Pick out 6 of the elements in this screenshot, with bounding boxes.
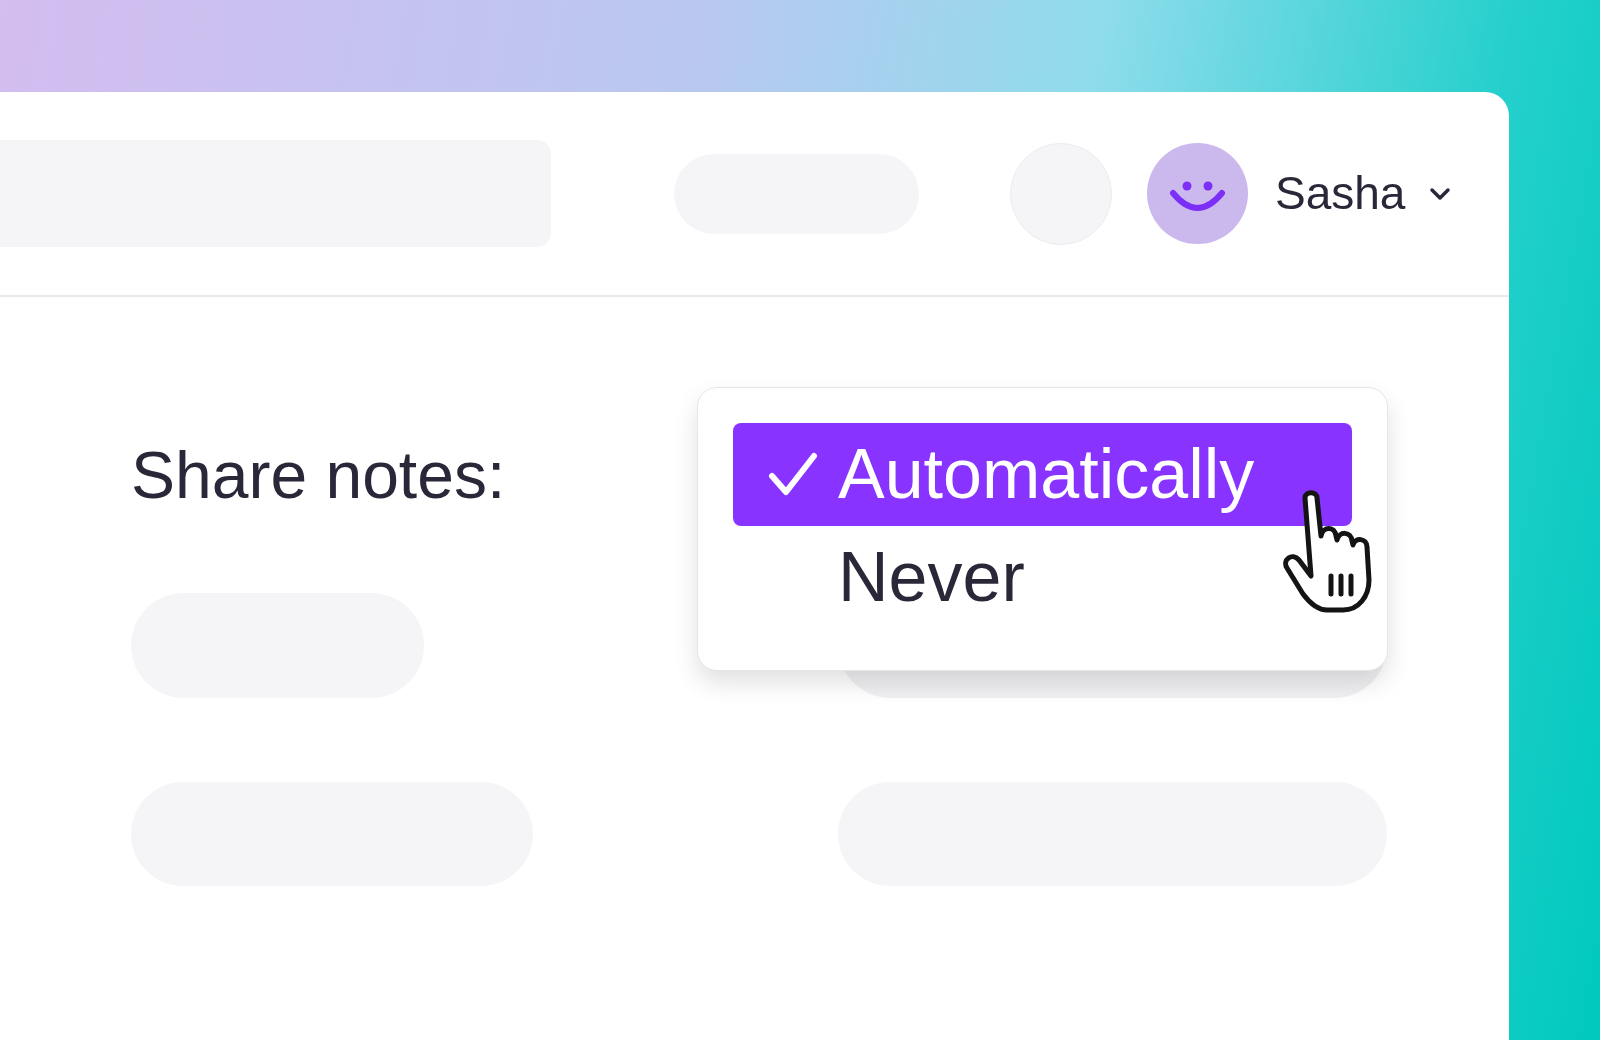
dropdown-option[interactable]: Automatically <box>733 423 1352 526</box>
user-menu[interactable]: Sasha <box>1147 143 1452 244</box>
setting-label: Share notes: <box>131 438 506 512</box>
chevron-down-icon <box>1429 186 1452 201</box>
avatar-icon <box>1147 143 1248 244</box>
check-icon <box>768 451 818 498</box>
